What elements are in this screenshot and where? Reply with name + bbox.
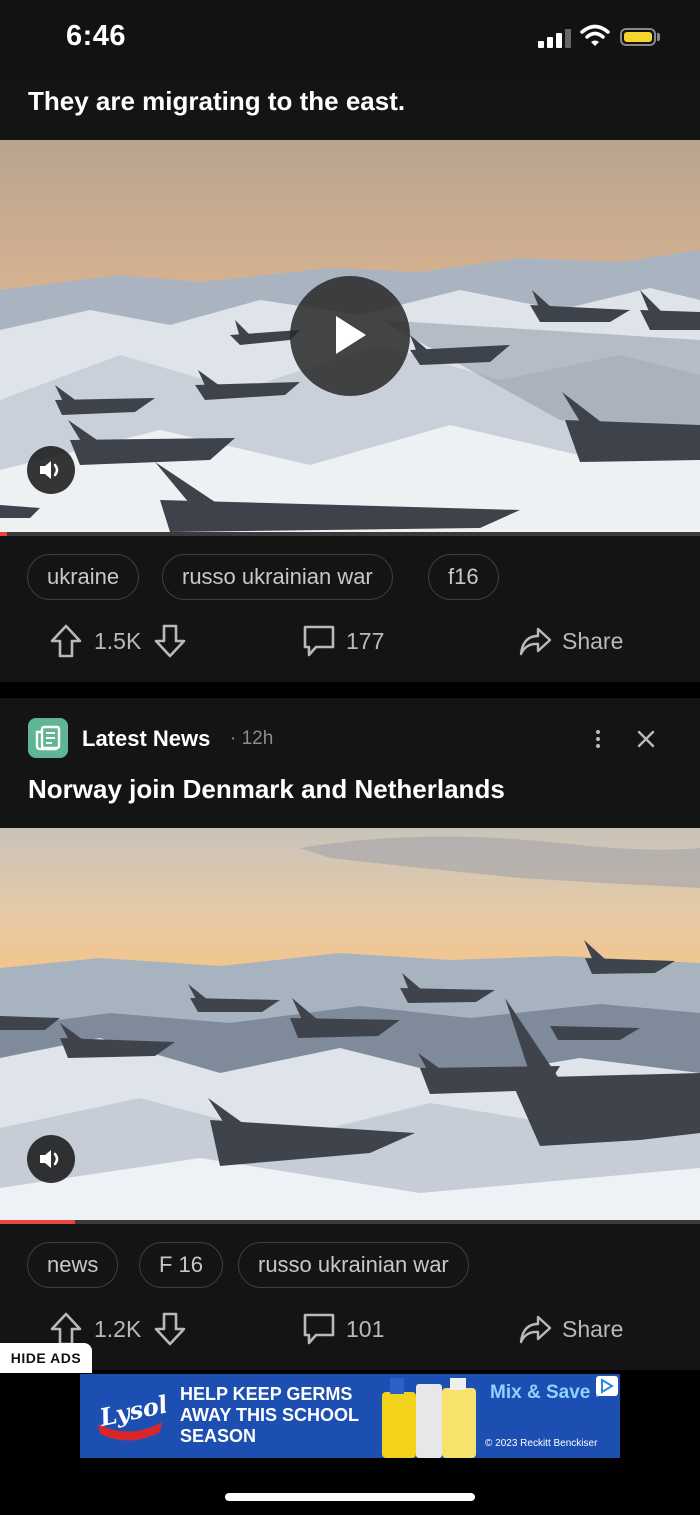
share-button[interactable]	[518, 1314, 552, 1346]
tag-chip[interactable]: russo ukrainian war	[162, 554, 393, 600]
home-indicator[interactable]	[225, 1493, 475, 1501]
downvote-button[interactable]	[154, 1312, 186, 1346]
lysol-logo: Lysol	[94, 1384, 170, 1448]
close-icon[interactable]	[634, 727, 658, 751]
tag-chip[interactable]: news	[27, 1242, 119, 1288]
share-label[interactable]: Share	[562, 628, 623, 655]
comments-button[interactable]	[302, 1312, 336, 1346]
video-progress-fill	[0, 532, 7, 536]
upvote-button[interactable]	[50, 1312, 82, 1346]
video-progress-bar[interactable]	[0, 1220, 700, 1224]
comment-count: 177	[346, 628, 385, 654]
upvote-count: 1.2K	[94, 1316, 142, 1342]
more-options-icon[interactable]	[590, 728, 606, 750]
mute-button[interactable]	[27, 1135, 75, 1183]
share-button[interactable]	[518, 626, 552, 658]
share-arrow-icon	[519, 1315, 552, 1344]
post-video[interactable]	[0, 828, 700, 1220]
post-title[interactable]: Norway join Denmark and Netherlands	[28, 774, 505, 805]
play-icon	[336, 316, 366, 354]
comment-bubble-icon	[303, 625, 335, 657]
wifi-icon	[580, 24, 610, 48]
comment-count: 101	[346, 1316, 385, 1342]
status-time: 6:46	[66, 20, 127, 52]
ad-banner[interactable]: Lysol HELP KEEP GERMS AWAY THIS SCHOOL S…	[80, 1374, 620, 1458]
tag-chip[interactable]: F 16	[139, 1242, 224, 1288]
tag-chip[interactable]: ukraine	[27, 554, 140, 600]
play-button[interactable]	[290, 276, 410, 396]
tag-chip[interactable]: russo ukrainian war	[238, 1242, 469, 1288]
post-divider	[0, 682, 700, 698]
speaker-icon	[40, 461, 59, 479]
comment-bubble-icon	[303, 1313, 335, 1345]
post-age: · 12h	[230, 728, 274, 749]
hide-ads-button[interactable]: HIDE ADS	[0, 1343, 92, 1373]
comments-button[interactable]	[302, 624, 336, 658]
cellular-signal-icon	[538, 28, 572, 48]
arrow-down-icon	[154, 624, 186, 658]
upvote-button[interactable]	[50, 624, 82, 658]
share-arrow-icon	[519, 627, 552, 656]
subreddit-avatar[interactable]	[28, 718, 68, 758]
subreddit-name[interactable]: Latest News	[82, 726, 210, 752]
arrow-down-icon	[154, 1312, 186, 1346]
share-label[interactable]: Share	[562, 1316, 623, 1343]
battery-icon	[620, 28, 656, 46]
product-bottles-image	[380, 1374, 480, 1458]
ad-cta[interactable]: Mix & Save >	[490, 1382, 607, 1404]
arrow-up-icon	[50, 624, 82, 658]
ad-copyright: © 2023 Reckitt Benckiser	[485, 1438, 598, 1449]
video-progress-fill	[0, 1220, 75, 1224]
adchoices-icon[interactable]	[596, 1376, 618, 1396]
arrow-up-icon	[50, 1312, 82, 1346]
tag-chip[interactable]: f16	[428, 554, 499, 600]
upvote-count: 1.5K	[94, 628, 142, 654]
battery-tip	[657, 33, 660, 41]
downvote-button[interactable]	[154, 624, 186, 658]
video-progress-bar[interactable]	[0, 532, 700, 536]
newspaper-icon	[35, 725, 61, 751]
post-title[interactable]: They are migrating to the east.	[28, 86, 405, 117]
ad-headline: HELP KEEP GERMS AWAY THIS SCHOOL SEASON	[180, 1384, 359, 1446]
mute-button[interactable]	[27, 446, 75, 494]
speaker-icon	[40, 1150, 59, 1168]
